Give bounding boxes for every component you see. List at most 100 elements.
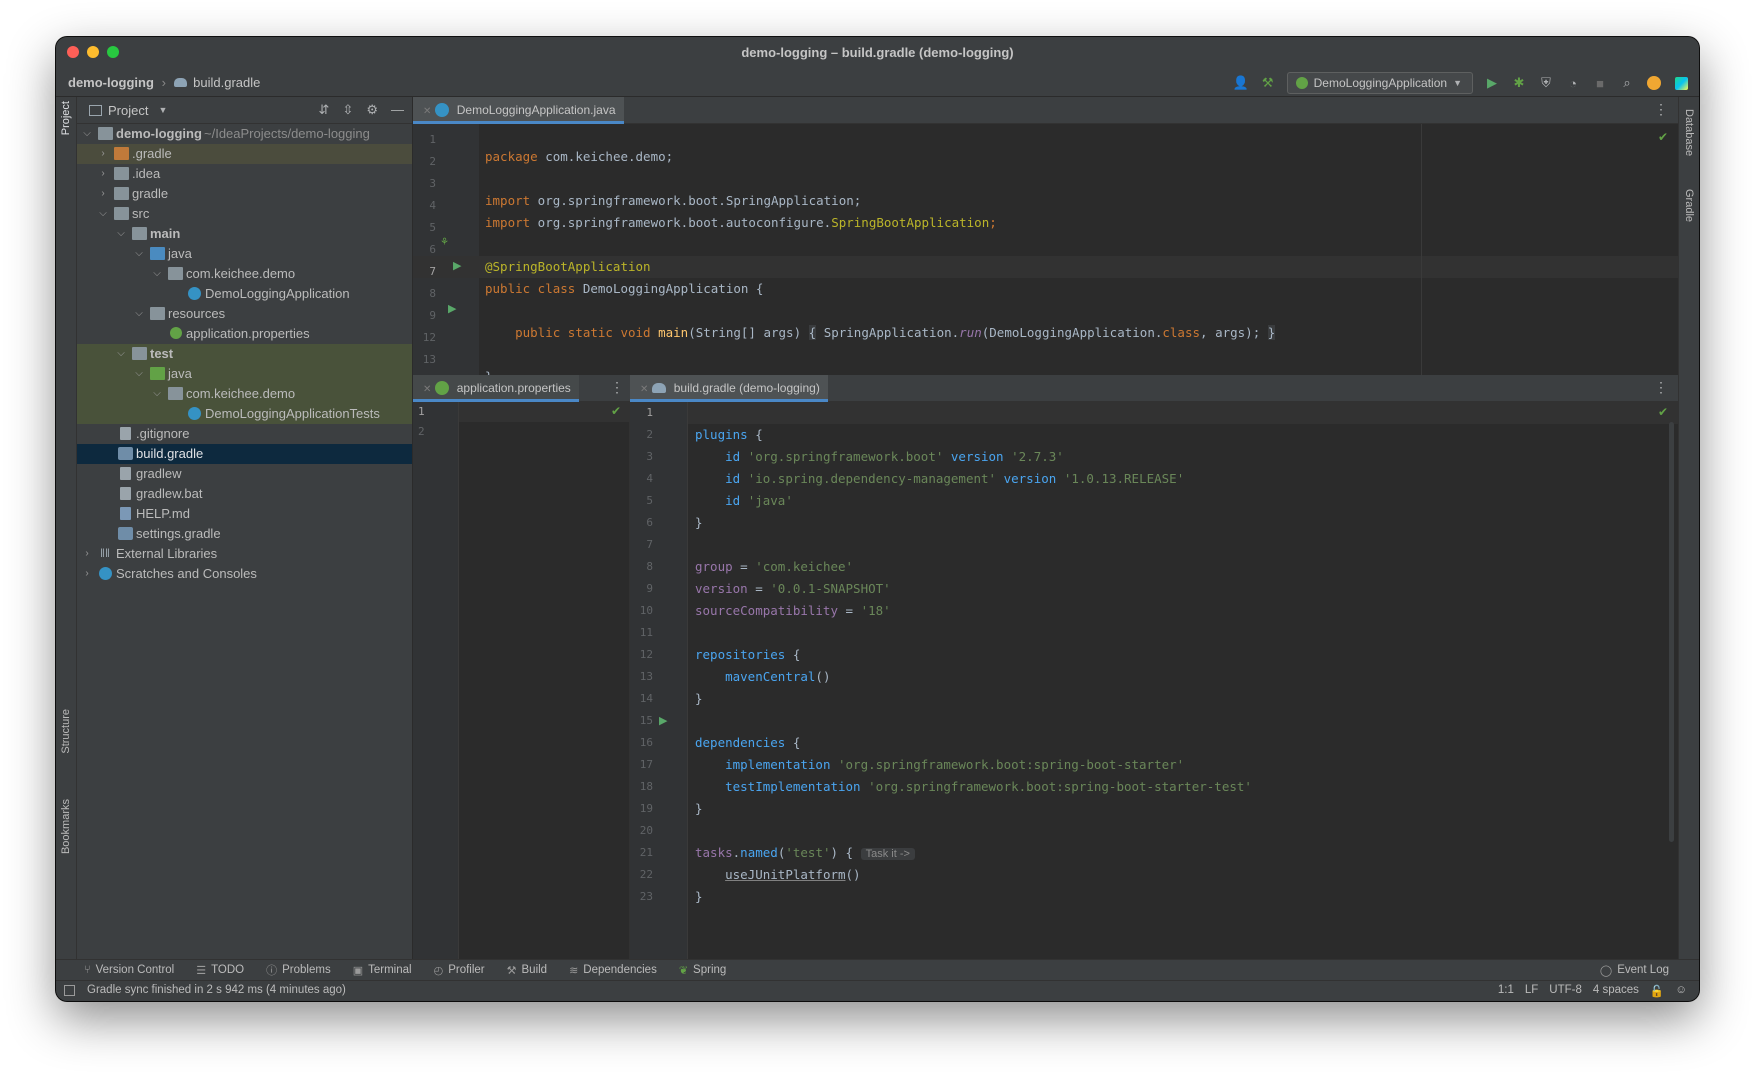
chevron-right-icon[interactable]: › xyxy=(81,564,93,584)
run-gutter-icon[interactable]: ▶ xyxy=(659,714,667,727)
gradle-tool-button[interactable]: Gradle xyxy=(1683,189,1695,222)
version-control-tool[interactable]: ⑂ Version Control xyxy=(84,964,174,976)
close-tab-icon[interactable]: ✕ xyxy=(423,384,431,395)
no-problems-check-icon[interactable]: ✔ xyxy=(1658,130,1668,144)
hide-panel-icon[interactable]: — xyxy=(391,102,404,118)
search-icon[interactable]: ⌕ xyxy=(1619,75,1635,91)
project-tool-button[interactable]: Project xyxy=(60,101,72,135)
tree-item-idea[interactable]: › .idea xyxy=(77,164,412,184)
chevron-down-icon[interactable]: ⌵ xyxy=(97,204,109,224)
coverage-icon[interactable]: ⛨ xyxy=(1538,75,1554,91)
run-icon[interactable]: ▶ xyxy=(1484,75,1500,91)
tree-item-main[interactable]: ⌵ main xyxy=(77,224,412,244)
tree-item-resources[interactable]: ⌵ resources xyxy=(77,304,412,324)
tree-item-gradlew[interactable]: gradlew xyxy=(77,464,412,484)
indent-setting[interactable]: 4 spaces xyxy=(1593,984,1639,998)
tab-demo-logging-application[interactable]: ✕ DemoLoggingApplication.java xyxy=(413,97,624,124)
spring-tool[interactable]: ❦ Spring xyxy=(679,964,726,977)
properties-editor[interactable]: 1 2 ✔ xyxy=(413,402,630,959)
problems-tool[interactable]: ⓘ Problems xyxy=(266,962,331,978)
chevron-right-icon[interactable]: › xyxy=(97,184,109,204)
toggle-tool-windows-icon[interactable] xyxy=(64,985,75,996)
tree-item-demo-logging[interactable]: ⌵ demo-logging ~/IdeaProjects/demo-loggi… xyxy=(77,124,412,144)
chevron-down-icon[interactable]: ⌵ xyxy=(115,224,127,244)
tree-item-scratches[interactable]: › Scratches and Consoles xyxy=(77,564,412,584)
tree-item-main-java[interactable]: ⌵ java xyxy=(77,244,412,264)
tree-item-src[interactable]: ⌵ src xyxy=(77,204,412,224)
tree-item-gradle-dir[interactable]: › .gradle xyxy=(77,144,412,164)
chevron-down-icon[interactable]: ⌵ xyxy=(151,384,163,404)
close-tab-icon[interactable]: ✕ xyxy=(423,106,431,117)
chevron-down-icon[interactable]: ⌵ xyxy=(81,124,93,144)
updates-icon[interactable] xyxy=(1646,75,1662,91)
stop-icon[interactable]: ■ xyxy=(1592,75,1608,91)
account-icon[interactable]: 👤 xyxy=(1233,75,1249,91)
more-options-icon[interactable]: ⋮ xyxy=(1654,101,1668,118)
tree-item-external-libraries[interactable]: › ǁǁ External Libraries xyxy=(77,544,412,564)
run-gutter-icon[interactable]: ▶ xyxy=(453,259,461,272)
tree-item-test[interactable]: ⌵ test xyxy=(77,344,412,364)
tree-item-gradlew-bat[interactable]: gradlew.bat xyxy=(77,484,412,504)
chevron-right-icon[interactable]: › xyxy=(81,544,93,564)
terminal-tool[interactable]: ▣ Terminal xyxy=(353,964,412,977)
tree-item-test-class[interactable]: DemoLoggingApplicationTests xyxy=(77,404,412,424)
tree-item-main-class[interactable]: DemoLoggingApplication xyxy=(77,284,412,304)
tab-build-gradle[interactable]: ✕ build.gradle (demo-logging) xyxy=(630,375,828,402)
expand-all-icon[interactable]: ⇵ xyxy=(319,102,330,118)
run-gutter-icon[interactable]: ▶ xyxy=(448,302,456,315)
breadcrumb-file[interactable]: build.gradle xyxy=(193,75,260,90)
tab-application-properties[interactable]: ✕ application.properties xyxy=(413,375,579,402)
more-options-icon[interactable]: ⋮ xyxy=(1654,379,1668,396)
profile-icon[interactable]: ◔ xyxy=(1565,75,1581,91)
no-problems-check-icon[interactable]: ✔ xyxy=(1658,405,1668,419)
tree-item-gitignore[interactable]: .gitignore xyxy=(77,424,412,444)
chevron-down-icon[interactable]: ⌵ xyxy=(133,304,145,324)
tree-item-help-md[interactable]: HELP.md xyxy=(77,504,412,524)
collapse-all-icon[interactable]: ⇳ xyxy=(342,102,353,118)
line-separator[interactable]: LF xyxy=(1525,984,1538,998)
database-tool-button[interactable]: Database xyxy=(1683,109,1695,156)
project-panel-title[interactable]: Project xyxy=(108,103,148,118)
vertical-scrollbar[interactable] xyxy=(1669,422,1674,842)
build-hammer-icon[interactable]: ⚒ xyxy=(1260,75,1276,91)
tree-item-application-properties[interactable]: application.properties xyxy=(77,324,412,344)
chevron-right-icon[interactable]: › xyxy=(97,164,109,184)
breadcrumb-project[interactable]: demo-logging xyxy=(68,75,154,90)
chevron-down-icon[interactable]: ⌵ xyxy=(133,364,145,384)
build-tool[interactable]: ⚒ Build xyxy=(507,964,547,977)
status-message[interactable]: Gradle sync finished in 2 s 942 ms (4 mi… xyxy=(87,984,346,996)
java-editor[interactable]: 1 2 3 4 5 6 7 8 9 12 13 14 ⚘ ▶ ▶ ✔ packa… xyxy=(413,124,1678,375)
bookmarks-tool-button[interactable]: Bookmarks xyxy=(60,799,72,854)
chevron-right-icon[interactable]: › xyxy=(97,144,109,164)
chevron-down-icon[interactable]: ⌵ xyxy=(151,264,163,284)
close-window-button[interactable] xyxy=(67,46,79,58)
tree-item-build-gradle[interactable]: build.gradle xyxy=(77,444,412,464)
dependencies-tool[interactable]: ≋ Dependencies xyxy=(569,964,657,977)
lock-icon[interactable]: 🔓 xyxy=(1650,984,1664,998)
gradle-editor[interactable]: 1 2 3 4 5 6 7 8 9 10 11 12 13 14 15 16 1… xyxy=(630,402,1678,959)
tree-item-test-package[interactable]: ⌵ com.keichee.demo xyxy=(77,384,412,404)
tree-item-gradle[interactable]: › gradle xyxy=(77,184,412,204)
event-log-tool[interactable]: ◯ Event Log xyxy=(1600,964,1669,977)
close-tab-icon[interactable]: ✕ xyxy=(640,384,648,395)
chevron-down-icon[interactable]: ▼ xyxy=(158,105,167,115)
tree-item-settings-gradle[interactable]: settings.gradle xyxy=(77,524,412,544)
no-problems-check-icon[interactable]: ✔ xyxy=(611,404,621,418)
bean-gutter-icon[interactable]: ⚘ xyxy=(440,237,449,248)
zoom-window-button[interactable] xyxy=(107,46,119,58)
more-options-icon[interactable]: ⋮ xyxy=(610,379,624,396)
profiler-tool[interactable]: ◴ Profiler xyxy=(434,964,485,977)
tree-item-package[interactable]: ⌵ com.keichee.demo xyxy=(77,264,412,284)
minimize-window-button[interactable] xyxy=(87,46,99,58)
chevron-down-icon[interactable]: ⌵ xyxy=(115,344,127,364)
inspection-profile-icon[interactable]: ☺ xyxy=(1675,984,1687,998)
gear-icon[interactable]: ⚙ xyxy=(366,102,378,118)
todo-tool[interactable]: ☰ TODO xyxy=(196,964,244,977)
debug-icon[interactable]: ✱ xyxy=(1511,75,1527,91)
tree-item-test-java[interactable]: ⌵ java xyxy=(77,364,412,384)
plugin-logo-icon[interactable] xyxy=(1673,75,1689,91)
chevron-down-icon[interactable]: ⌵ xyxy=(133,244,145,264)
caret-position[interactable]: 1:1 xyxy=(1498,984,1514,998)
structure-tool-button[interactable]: Structure xyxy=(60,709,72,754)
file-encoding[interactable]: UTF-8 xyxy=(1549,984,1582,998)
